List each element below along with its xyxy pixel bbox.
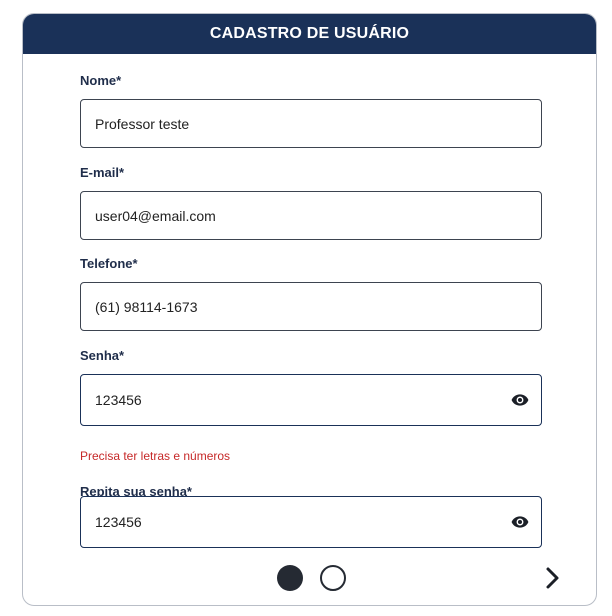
page-title: CADASTRO DE USUÁRIO [209,25,410,42]
name-label: Nome* [80,73,122,88]
email-field-box [80,191,542,240]
card-header: CADASTRO DE USUÁRIO [23,14,596,54]
phone-field-box [80,282,542,331]
registration-card: CADASTRO DE USUÁRIO Nome* E-mail* Telefo… [22,13,597,606]
name-field-box [80,99,542,148]
phone-label: Telefone* [80,256,138,271]
name-input[interactable] [81,100,495,147]
confirm-password-input[interactable] [81,497,495,547]
step-indicator [277,565,346,591]
password-label: Senha* [80,348,125,363]
password-field-box [80,374,542,426]
step-dot-2[interactable] [320,565,346,591]
chevron-right-icon[interactable] [543,566,563,590]
confirm-password-field-box [80,496,542,548]
email-input[interactable] [81,192,495,239]
eye-icon[interactable] [511,515,529,529]
password-error-message: Precisa ter letras e números [80,449,231,463]
phone-input[interactable] [81,283,495,330]
step-dot-1-active[interactable] [277,565,303,591]
eye-icon[interactable] [511,393,529,407]
password-input[interactable] [81,375,495,425]
email-label: E-mail* [80,165,125,180]
